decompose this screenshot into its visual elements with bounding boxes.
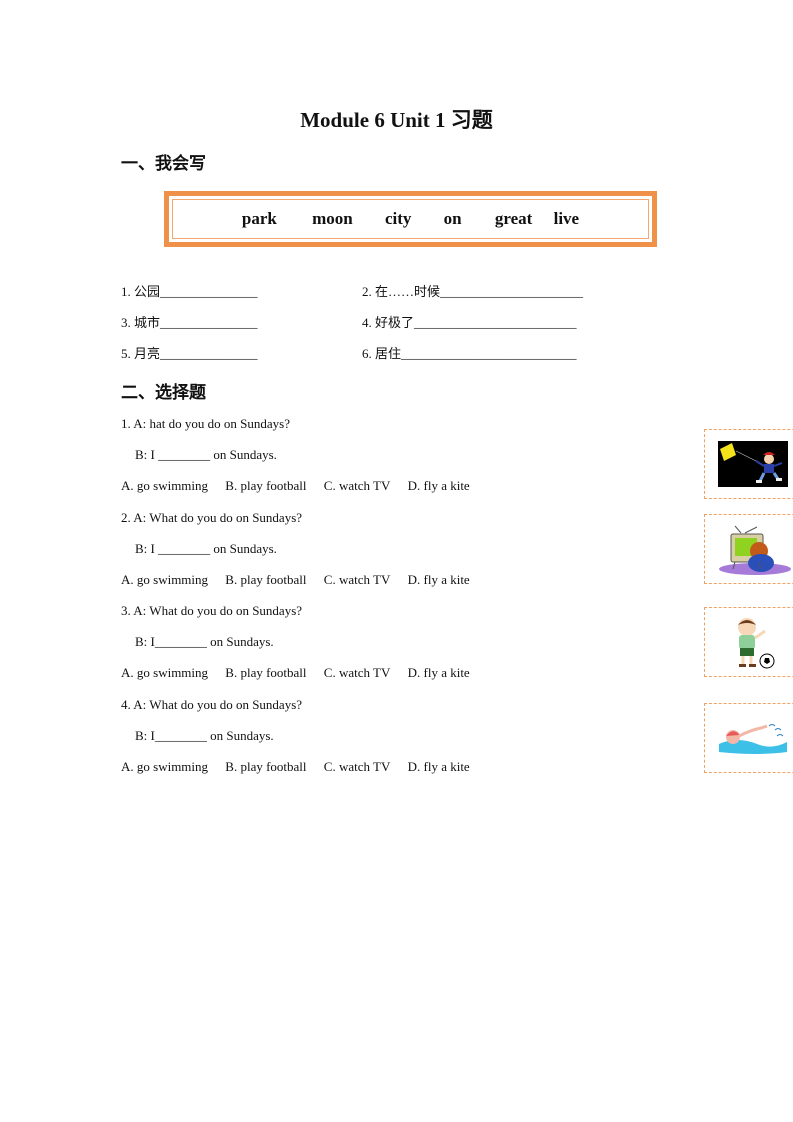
fill-item-blank[interactable]: _______________ bbox=[160, 315, 258, 330]
question-options: A. go swimming B. play football C. watch… bbox=[121, 478, 470, 494]
word-bank-word: great bbox=[494, 209, 533, 228]
question-line-a: 3. A: What do you do on Sundays? bbox=[121, 603, 303, 618]
word-bank-box: park moon city on great live bbox=[164, 191, 657, 247]
option[interactable]: B. play football bbox=[225, 665, 306, 680]
question-line-b: B: I ________ on Sundays. bbox=[135, 447, 277, 462]
word-bank-word: moon bbox=[312, 209, 353, 228]
question-line-a: 2. A: What do you do on Sundays? bbox=[121, 510, 303, 525]
option[interactable]: B. play football bbox=[225, 759, 306, 774]
option[interactable]: C. watch TV bbox=[324, 478, 391, 493]
picture-frame-football bbox=[704, 607, 793, 677]
word-bank-word: live bbox=[553, 209, 580, 228]
fill-item-label: 5. 月亮 bbox=[121, 346, 161, 361]
fill-item: 6. 居住___________________________ bbox=[362, 343, 577, 362]
section-2-heading: 二、选择题 bbox=[121, 383, 206, 403]
section-1-heading: 一、我会写 bbox=[121, 154, 206, 174]
word-bank-word: park bbox=[241, 209, 277, 228]
word-bank-list: park moon city on great live bbox=[169, 209, 652, 229]
question-line-a: 4. A: What do you do on Sundays? bbox=[121, 697, 303, 712]
fill-item-label: 1. 公园 bbox=[121, 284, 161, 299]
fill-item-blank[interactable]: ______________________ bbox=[440, 284, 583, 299]
fill-item: 4. 好极了_________________________ bbox=[362, 312, 577, 331]
picture-frame-swimming bbox=[704, 703, 793, 773]
play-football-picture-icon bbox=[738, 618, 775, 669]
option[interactable]: D. fly a kite bbox=[408, 478, 470, 493]
fill-item-label: 6. 居住 bbox=[362, 346, 402, 361]
fill-item-blank[interactable]: _______________ bbox=[160, 346, 258, 361]
option[interactable]: A. go swimming bbox=[121, 665, 208, 680]
option[interactable]: D. fly a kite bbox=[408, 665, 470, 680]
option[interactable]: B. play football bbox=[225, 572, 306, 587]
option[interactable]: B. play football bbox=[225, 478, 306, 493]
picture-frame-kite bbox=[704, 429, 793, 499]
question-line-b: B: I________ on Sundays. bbox=[135, 728, 274, 743]
fill-item-blank[interactable]: ___________________________ bbox=[401, 346, 577, 361]
page-title: Module 6 Unit 1 习题 bbox=[300, 108, 493, 132]
fly-kite-picture-icon bbox=[718, 441, 788, 487]
option[interactable]: D. fly a kite bbox=[408, 572, 470, 587]
fill-item-blank[interactable]: _______________ bbox=[160, 284, 258, 299]
fill-item: 5. 月亮_______________ bbox=[121, 343, 258, 362]
option[interactable]: A. go swimming bbox=[121, 572, 208, 587]
question-options: A. go swimming B. play football C. watch… bbox=[121, 665, 470, 681]
option[interactable]: A. go swimming bbox=[121, 478, 208, 493]
word-bank-word: on bbox=[443, 209, 462, 228]
option[interactable]: A. go swimming bbox=[121, 759, 208, 774]
question-line-a: 1. A: hat do you do on Sundays? bbox=[121, 416, 290, 431]
question-options: A. go swimming B. play football C. watch… bbox=[121, 759, 470, 775]
go-swimming-picture-icon bbox=[719, 724, 787, 754]
option[interactable]: C. watch TV bbox=[324, 759, 391, 774]
fill-item: 1. 公园_______________ bbox=[121, 281, 258, 300]
fill-item-label: 3. 城市 bbox=[121, 315, 161, 330]
fill-item: 2. 在……时候______________________ bbox=[362, 281, 583, 300]
fill-item-label: 2. 在……时候 bbox=[362, 284, 441, 299]
option[interactable]: D. fly a kite bbox=[408, 759, 470, 774]
question-options: A. go swimming B. play football C. watch… bbox=[121, 572, 470, 588]
option[interactable]: C. watch TV bbox=[324, 572, 391, 587]
picture-frame-tv bbox=[704, 514, 793, 584]
watch-tv-picture-icon bbox=[719, 525, 791, 575]
question-line-b: B: I________ on Sundays. bbox=[135, 634, 274, 649]
option[interactable]: C. watch TV bbox=[324, 665, 391, 680]
word-bank-word: city bbox=[384, 209, 412, 228]
fill-item-blank[interactable]: _________________________ bbox=[414, 315, 577, 330]
fill-item: 3. 城市_______________ bbox=[121, 312, 258, 331]
question-line-b: B: I ________ on Sundays. bbox=[135, 541, 277, 556]
fill-item-label: 4. 好极了 bbox=[362, 315, 415, 330]
